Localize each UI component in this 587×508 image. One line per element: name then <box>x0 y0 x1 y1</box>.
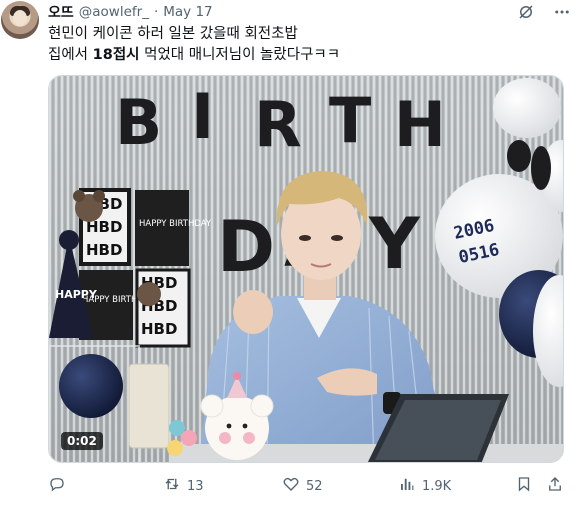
heart-icon <box>282 475 300 497</box>
like-count: 52 <box>306 478 323 494</box>
bookmark-icon <box>515 475 533 497</box>
views-icon <box>398 475 416 497</box>
balloon <box>493 78 561 138</box>
banner-hbd: HBD <box>141 320 177 338</box>
balloon-letter: B <box>115 86 162 159</box>
user-handle[interactable]: @aowlefr_ <box>79 4 149 20</box>
tweet-text: 현민이 케이콘 하러 일본 갔을때 회전초밥 집에서 18접시 먹었대 매니저님… <box>48 24 568 66</box>
hat-text: HAPPY <box>55 288 98 301</box>
balloon-letter: Y <box>368 203 421 285</box>
navy-balloon <box>59 354 123 418</box>
tweet-card[interactable]: 오뜨 @aowlefr_ · May 17 현민이 케이콘 하러 일본 갔을때 … <box>0 0 587 508</box>
separator-dot: · <box>153 4 159 20</box>
banner-hbd: HBD <box>86 241 122 259</box>
balloon-letter: I <box>191 80 214 153</box>
video-player[interactable]: B I R T H D A Y HBD HBD HBD <box>48 75 564 463</box>
tweet-actions: 13 52 1.9K <box>48 474 568 498</box>
foil-balloon <box>507 140 531 172</box>
avatar-face <box>13 10 27 26</box>
tweet-date[interactable]: May 17 <box>163 4 212 20</box>
reply-icon <box>48 475 66 497</box>
header-icons <box>517 3 571 21</box>
banner-card-text: HAPPY BIRTHDAY <box>139 219 212 229</box>
balloon-letter: T <box>329 84 371 157</box>
retweet-count: 13 <box>187 478 204 494</box>
candle-jar <box>128 363 170 449</box>
video-frame: B I R T H D A Y HBD HBD HBD <box>49 76 563 462</box>
views-count: 1.9K <box>422 478 452 494</box>
more-options-icon[interactable] <box>553 3 571 21</box>
balloon-letter: R <box>254 88 302 161</box>
retweet-icon <box>163 475 181 497</box>
balloon-letter: D <box>217 206 275 288</box>
grok-icon[interactable] <box>517 3 535 21</box>
tweet-text-prefix: 집에서 <box>48 47 93 63</box>
bookmark-button[interactable] <box>515 474 533 498</box>
tweet-header: 오뜨 @aowlefr_ · May 17 <box>48 2 213 22</box>
tweet-text-suffix: 먹었대 매니저님이 놀랐다구ㅋㅋ <box>139 47 341 63</box>
balloon-letter: H <box>394 88 446 161</box>
reply-button[interactable] <box>48 474 72 498</box>
display-name[interactable]: 오뜨 <box>48 2 74 22</box>
tweet-text-bold: 18접시 <box>92 47 140 63</box>
views-button[interactable]: 1.9K <box>398 474 451 498</box>
video-duration: 0:02 <box>61 432 103 450</box>
like-button[interactable]: 52 <box>282 474 323 498</box>
share-button[interactable] <box>546 474 564 498</box>
avatar[interactable] <box>1 1 39 39</box>
share-icon <box>546 475 564 497</box>
foil-balloon <box>531 146 551 190</box>
tweet-text-line-2: 집에서 18접시 먹었대 매니저님이 놀랐다구ㅋㅋ <box>48 45 568 66</box>
retweet-button[interactable]: 13 <box>163 474 204 498</box>
tweet-text-line-1: 현민이 케이콘 하러 일본 갔을때 회전초밥 <box>48 26 298 42</box>
